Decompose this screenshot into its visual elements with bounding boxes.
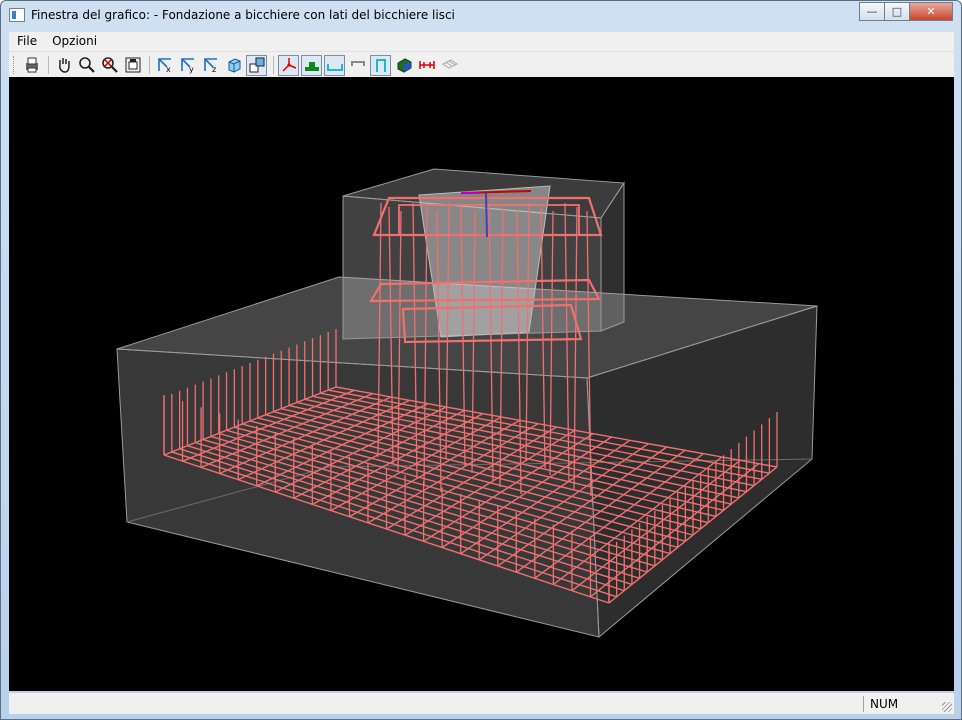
minimize-button[interactable]: — [859,2,885,21]
fit-view-icon[interactable] [122,55,143,76]
maximize-button[interactable]: □ [884,2,910,21]
status-bar: NUM [9,692,954,714]
app-window: Finestra del grafico: - Fondazione a bic… [0,0,962,720]
toolbar: x y z [9,51,954,78]
view-3d-icon[interactable] [223,55,244,76]
graphics-viewport[interactable] [9,77,954,691]
close-button[interactable]: ✕ [909,2,953,21]
menu-bar: File Opzioni [9,32,954,51]
grid-icon[interactable] [439,55,460,76]
svg-text:z: z [212,65,216,74]
window-title: Finestra del grafico: - Fondazione a bic… [31,8,455,22]
pan-hand-icon[interactable] [53,55,74,76]
perspective-icon[interactable] [246,54,267,76]
svg-text:y: y [189,65,194,74]
base-icon[interactable] [324,54,345,76]
toolbar-separator [149,56,150,74]
axis-z [485,192,488,238]
app-icon [9,8,25,22]
axes-icon[interactable] [278,54,299,76]
view-x-icon[interactable]: x [154,55,175,76]
menu-opzioni[interactable]: Opzioni [44,32,104,48]
resize-grip[interactable] [942,702,952,712]
stirrup-icon[interactable] [370,54,391,76]
render-icon[interactable] [393,55,414,76]
num-lock-indicator: NUM [863,696,913,712]
view-y-icon[interactable]: y [177,55,198,76]
svg-text:x: x [166,65,171,74]
foundation-3d-drawing [116,168,818,639]
dimension-icon[interactable] [416,55,437,76]
view-z-icon[interactable]: z [200,55,221,76]
section-icon[interactable] [301,54,322,76]
zoom-reset-icon[interactable] [99,55,120,76]
title-bar[interactable]: Finestra del grafico: - Fondazione a bic… [1,1,961,31]
hook-icon[interactable] [347,55,368,76]
toolbar-separator [48,56,49,74]
toolbar-separator [273,56,274,74]
menu-file[interactable]: File [9,32,44,48]
print-icon[interactable] [21,55,42,76]
toolbar-grip[interactable] [13,56,17,74]
zoom-icon[interactable] [76,55,97,76]
